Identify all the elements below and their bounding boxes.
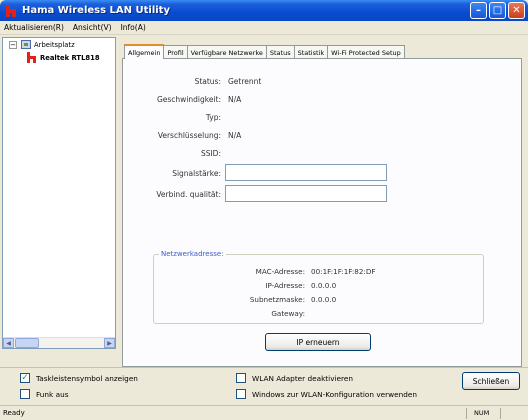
- general-panel: Status: Getrennt Geschwindigkeit: N/A Ty…: [122, 58, 522, 367]
- mac-address-label: MAC-Adresse:: [255, 267, 305, 276]
- tab-wps[interactable]: Wi-Fi Protected Setup: [327, 45, 405, 59]
- checkbox-unchecked-icon[interactable]: [236, 373, 246, 383]
- close-button[interactable]: Schließen: [462, 372, 520, 390]
- computer-icon: [21, 40, 31, 49]
- tab-status[interactable]: Status: [265, 45, 295, 59]
- type-label: Typ:: [205, 113, 221, 122]
- adapter-icon: [27, 52, 37, 63]
- network-address-group: Netzwerkadresse: MAC-Adresse: 00:1F:1F:1…: [153, 250, 484, 324]
- status-label: Status:: [194, 77, 221, 86]
- option-radio-off[interactable]: Funk aus: [20, 389, 69, 399]
- collapse-icon[interactable]: −: [9, 40, 17, 49]
- mac-address-value: 00:1F:1F:1F:82:DF: [311, 267, 376, 276]
- speed-label: Geschwindigkeit:: [156, 95, 221, 104]
- tab-statistics[interactable]: Statistik: [293, 45, 329, 59]
- network-address-legend: Netzwerkadresse:: [159, 250, 226, 258]
- status-text: Ready: [3, 409, 25, 417]
- menu-refresh[interactable]: Aktualisieren(R): [4, 23, 64, 32]
- disable-adapter-label: WLAN Adapter deaktivieren: [252, 373, 353, 383]
- window-title: Hama Wireless LAN Utility: [22, 5, 170, 16]
- radio-off-label: Funk aus: [36, 389, 69, 399]
- tab-profile[interactable]: Profil: [163, 45, 188, 59]
- renew-ip-button[interactable]: IP erneuern: [265, 333, 371, 351]
- menu-bar: Aktualisieren(R) Ansicht(V) Info(A): [0, 21, 528, 35]
- checkbox-unchecked-icon[interactable]: [236, 389, 246, 399]
- title-bar[interactable]: Hama Wireless LAN Utility – □ ✕: [0, 0, 528, 21]
- hama-logo-icon: [5, 4, 17, 17]
- option-disable-adapter[interactable]: WLAN Adapter deaktivieren: [236, 373, 353, 383]
- close-icon[interactable]: ✕: [508, 2, 525, 19]
- menu-info[interactable]: Info(A): [121, 23, 146, 32]
- status-bar: Ready NUM: [0, 405, 528, 420]
- window-controls: – □ ✕: [470, 2, 525, 19]
- tray-icon-label: Taskleistensymbol anzeigen: [36, 373, 138, 383]
- status-pane-divider: [466, 408, 467, 419]
- tab-general[interactable]: Allgemein: [124, 44, 165, 59]
- encryption-value: N/A: [228, 131, 242, 140]
- horizontal-scrollbar[interactable]: ◀ ▶: [3, 337, 115, 348]
- ip-address-label: IP-Adresse:: [265, 281, 305, 290]
- link-quality-label: Verbind. qualität:: [156, 190, 221, 199]
- subnet-mask-label: Subnetzmaske:: [249, 295, 305, 304]
- signal-strength-field: [225, 164, 387, 181]
- tab-available-networks[interactable]: Verfügbare Netzwerke: [186, 45, 267, 59]
- tree-item-workplace[interactable]: − Arbeitsplatz: [9, 40, 75, 49]
- signal-strength-label: Signalstärke:: [172, 169, 221, 178]
- gateway-label: Gateway:: [271, 309, 305, 318]
- ssid-label: SSID:: [200, 149, 221, 158]
- checkbox-checked-icon[interactable]: ✓: [20, 373, 30, 383]
- device-tree[interactable]: − Arbeitsplatz Realtek RTL818 ◀ ▶: [2, 37, 116, 349]
- maximize-icon[interactable]: □: [489, 2, 506, 19]
- num-lock-indicator: NUM: [474, 409, 490, 417]
- use-windows-label: Windows zur WLAN-Konfiguration verwenden: [252, 389, 417, 399]
- status-pane-divider: [500, 408, 501, 419]
- tree-child-label: Realtek RTL818: [40, 53, 100, 62]
- minimize-icon[interactable]: –: [470, 2, 487, 19]
- encryption-label: Verschlüsselung:: [157, 131, 221, 140]
- tree-root-label: Arbeitsplatz: [34, 40, 75, 49]
- subnet-mask-value: 0.0.0.0: [311, 295, 337, 304]
- scrollbar-thumb[interactable]: [15, 338, 39, 348]
- option-use-windows[interactable]: Windows zur WLAN-Konfiguration verwenden: [236, 389, 417, 399]
- ip-address-value: 0.0.0.0: [311, 281, 337, 290]
- tab-strip: Allgemein Profil Verfügbare Netzwerke St…: [124, 44, 405, 59]
- checkbox-unchecked-icon[interactable]: [20, 389, 30, 399]
- status-value: Getrennt: [228, 77, 262, 86]
- scroll-right-icon[interactable]: ▶: [104, 338, 115, 348]
- footer-divider: [0, 367, 528, 368]
- menu-view[interactable]: Ansicht(V): [73, 23, 112, 32]
- link-quality-field: [225, 185, 387, 202]
- speed-value: N/A: [228, 95, 242, 104]
- scroll-left-icon[interactable]: ◀: [3, 338, 14, 348]
- tree-item-adapter[interactable]: Realtek RTL818: [27, 52, 100, 63]
- option-tray-icon[interactable]: ✓ Taskleistensymbol anzeigen: [20, 373, 138, 383]
